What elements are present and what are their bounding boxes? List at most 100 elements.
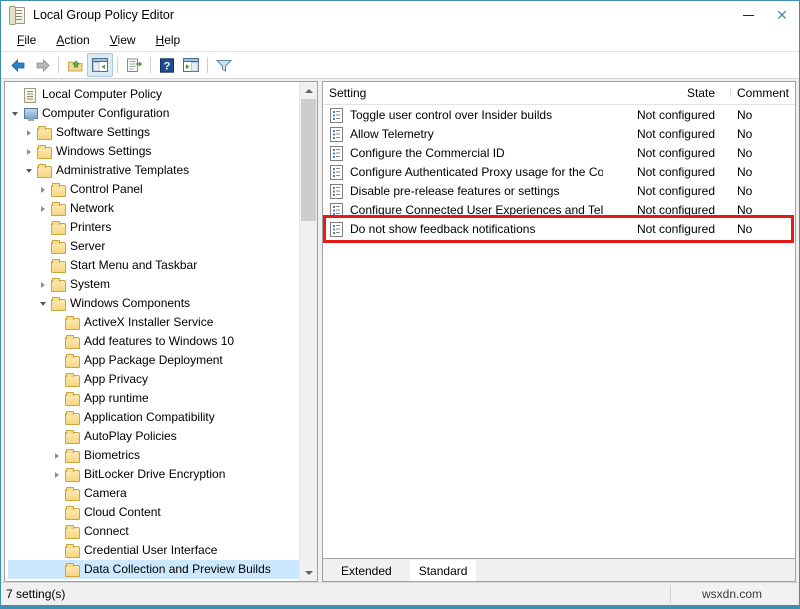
close-button[interactable]: ✕ — [765, 1, 799, 29]
policy-setting-icon — [328, 146, 346, 160]
tree-item[interactable]: ActiveX Installer Service — [8, 313, 299, 332]
tree-item[interactable]: Network — [8, 199, 299, 218]
window-title: Local Group Policy Editor — [33, 1, 174, 29]
scroll-down-button[interactable] — [300, 564, 317, 581]
tree-item[interactable]: Administrative Templates — [8, 161, 299, 180]
tree-item-label: Local Computer Policy — [42, 85, 162, 104]
export-list-icon[interactable] — [122, 54, 146, 76]
chevron-right-icon[interactable] — [36, 282, 50, 288]
cell-state: Not configured — [603, 127, 731, 141]
properties-icon[interactable] — [179, 54, 203, 76]
up-one-level-icon[interactable] — [63, 54, 87, 76]
help-icon[interactable]: ? — [155, 54, 179, 76]
tree-item-label: Administrative Templates — [56, 161, 189, 180]
table-row[interactable]: Do not show feedback notificationsNot co… — [323, 219, 795, 238]
tree-item[interactable]: App Privacy — [8, 370, 299, 389]
menu-help[interactable]: Help — [146, 31, 191, 49]
scroll-thumb[interactable] — [301, 99, 316, 221]
view-tabs: Extended Standard — [323, 558, 795, 581]
menu-file-rest: ile — [24, 33, 36, 47]
column-header-comment[interactable]: Comment — [731, 86, 795, 100]
tree-item[interactable]: Windows Components — [8, 294, 299, 313]
folder-icon — [64, 525, 80, 538]
tab-slash — [476, 560, 485, 581]
chevron-right-icon[interactable] — [50, 472, 64, 478]
tree-item[interactable]: Biometrics — [8, 446, 299, 465]
folder-icon — [36, 126, 52, 139]
toolbar-separator — [150, 57, 151, 73]
chevron-right-icon[interactable] — [22, 130, 36, 136]
cell-comment: No — [731, 127, 795, 141]
tree-item[interactable]: Connect — [8, 522, 299, 541]
back-icon[interactable] — [6, 54, 30, 76]
tree-item-label: Desktop Gadgets — [84, 579, 177, 581]
tree-item[interactable]: Printers — [8, 218, 299, 237]
tree-item[interactable]: Cloud Content — [8, 503, 299, 522]
filter-icon[interactable] — [212, 54, 236, 76]
tree-item-label: BitLocker Drive Encryption — [84, 465, 225, 484]
chevron-down-icon[interactable] — [8, 112, 22, 116]
tab-extended[interactable]: Extended — [332, 560, 401, 581]
cell-setting: Disable pre-release features or settings — [350, 184, 603, 198]
tab-standard[interactable]: Standard — [410, 560, 477, 581]
chevron-down-icon[interactable] — [36, 302, 50, 306]
table-row[interactable]: Configure the Commercial IDNot configure… — [323, 143, 795, 162]
tree-item[interactable]: Software Settings — [8, 123, 299, 142]
tree-vertical-scrollbar[interactable] — [299, 82, 317, 581]
forward-icon[interactable] — [30, 54, 54, 76]
policy-tree[interactable]: Local Computer PolicyComputer Configurat… — [5, 82, 299, 581]
tree-item[interactable]: BitLocker Drive Encryption — [8, 465, 299, 484]
tree-item-label: Windows Components — [70, 294, 190, 313]
cell-setting: Do not show feedback notifications — [350, 222, 603, 236]
tree-item[interactable]: Credential User Interface — [8, 541, 299, 560]
tree-item[interactable]: Computer Configuration — [8, 104, 299, 123]
tree-item[interactable]: Start Menu and Taskbar — [8, 256, 299, 275]
menu-action[interactable]: Action — [46, 31, 99, 49]
tree-item[interactable]: AutoPlay Policies — [8, 427, 299, 446]
chevron-right-icon[interactable] — [50, 453, 64, 459]
folder-icon — [50, 297, 66, 310]
table-row[interactable]: Disable pre-release features or settings… — [323, 181, 795, 200]
cell-state: Not configured — [603, 165, 731, 179]
tree-item[interactable]: System — [8, 275, 299, 294]
policy-setting-icon — [328, 165, 346, 179]
chevron-right-icon[interactable] — [36, 206, 50, 212]
chevron-down-icon[interactable] — [22, 169, 36, 173]
table-row[interactable]: Configure Authenticated Proxy usage for … — [323, 162, 795, 181]
folder-icon — [50, 240, 66, 253]
tree-item[interactable]: Desktop Gadgets — [8, 579, 299, 581]
folder-icon — [50, 221, 66, 234]
column-header-setting[interactable]: Setting — [323, 86, 603, 100]
table-row[interactable]: Toggle user control over Insider buildsN… — [323, 105, 795, 124]
list-header: Setting State Comment — [323, 82, 795, 105]
scroll-track[interactable] — [300, 99, 317, 564]
menu-view[interactable]: View — [100, 31, 146, 49]
cell-state: Not configured — [603, 108, 731, 122]
tree-item[interactable]: App Package Deployment — [8, 351, 299, 370]
cell-comment: No — [731, 203, 795, 217]
tree-item[interactable]: Add features to Windows 10 — [8, 332, 299, 351]
tree-item[interactable]: Data Collection and Preview Builds — [8, 560, 299, 579]
tree-item[interactable]: Control Panel — [8, 180, 299, 199]
cell-state: Not configured — [603, 146, 731, 160]
minimize-button[interactable] — [731, 1, 765, 29]
chevron-right-icon[interactable] — [22, 149, 36, 155]
scroll-up-button[interactable] — [300, 82, 317, 99]
tree-item-label: Control Panel — [70, 180, 143, 199]
tree-item[interactable]: Application Compatibility — [8, 408, 299, 427]
tree-item[interactable]: App runtime — [8, 389, 299, 408]
tree-item[interactable]: Camera — [8, 484, 299, 503]
cell-comment: No — [731, 165, 795, 179]
tree-item[interactable]: Local Computer Policy — [8, 85, 299, 104]
tree-item[interactable]: Server — [8, 237, 299, 256]
chevron-right-icon[interactable] — [36, 187, 50, 193]
group-policy-editor-window: Local Group Policy Editor ✕ File Action … — [0, 0, 800, 609]
column-header-state[interactable]: State — [603, 86, 731, 100]
table-row[interactable]: Configure Connected User Experiences and… — [323, 200, 795, 219]
list-body[interactable]: Toggle user control over Insider buildsN… — [323, 105, 795, 558]
menu-file[interactable]: File — [7, 31, 46, 49]
settings-list-pane: Setting State Comment Toggle user contro… — [322, 81, 796, 582]
tree-item[interactable]: Windows Settings — [8, 142, 299, 161]
show-hide-console-tree-icon[interactable] — [87, 53, 113, 77]
table-row[interactable]: Allow TelemetryNot configuredNo — [323, 124, 795, 143]
